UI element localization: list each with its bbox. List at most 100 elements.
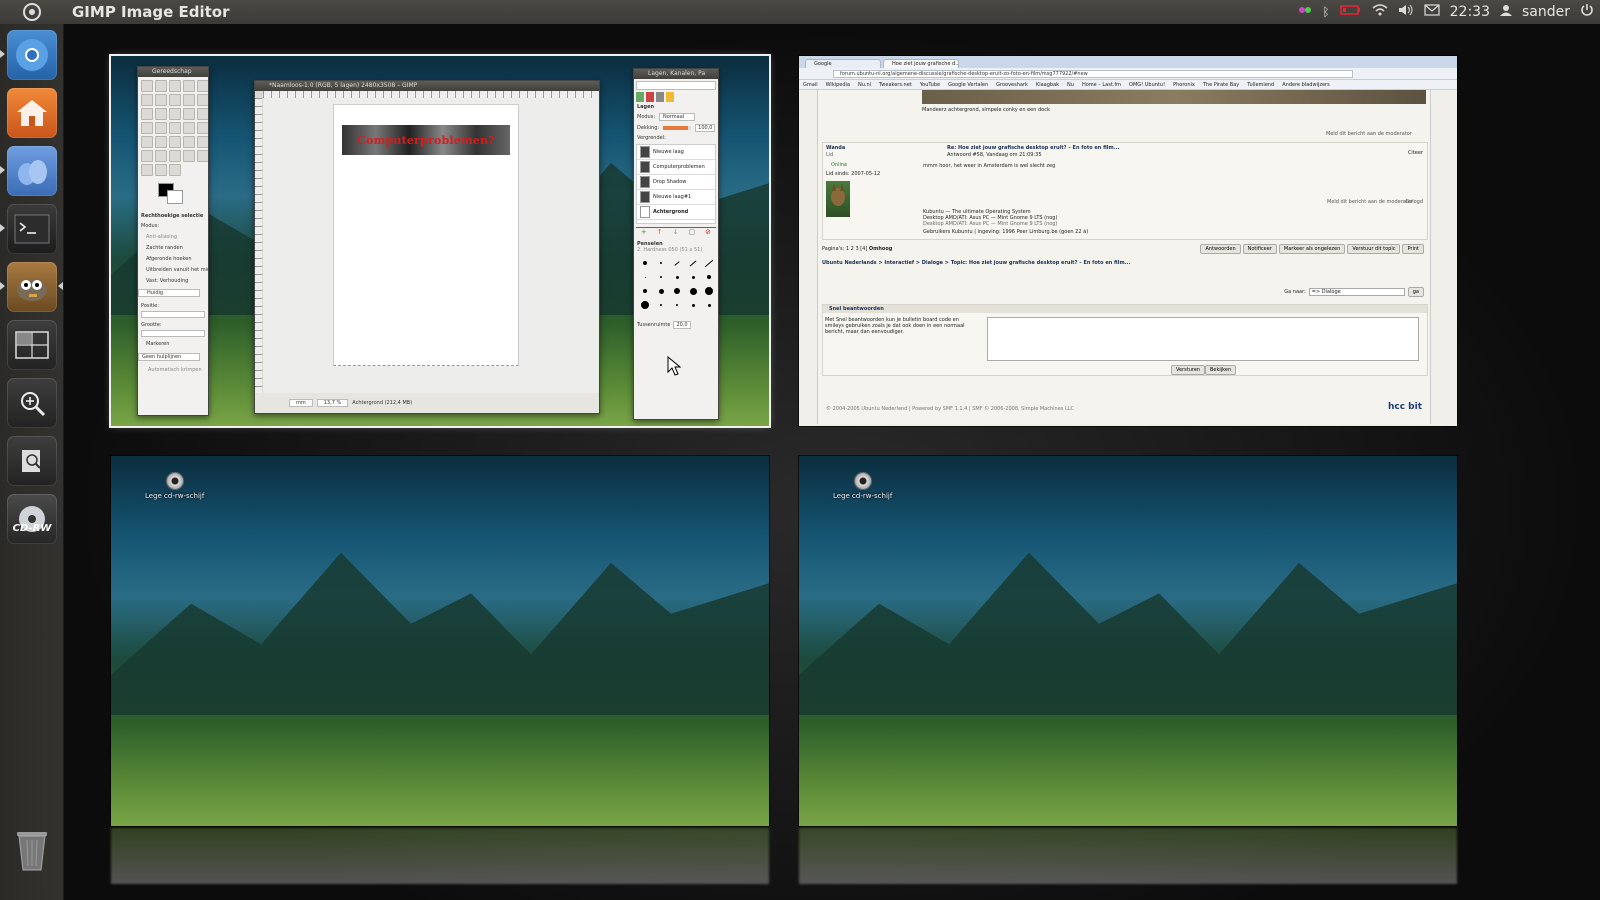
action-button[interactable]: Markeer als ongelezen	[1278, 244, 1346, 254]
rotate-tool-icon[interactable]	[197, 108, 208, 120]
jump-select[interactable]: => Dialoge	[1308, 288, 1405, 296]
scissors-tool-icon[interactable]	[141, 94, 153, 106]
tool-option-4[interactable]: Uitbreiden vanuit het midden	[138, 267, 208, 273]
smudge-tool-icon[interactable]	[197, 150, 208, 162]
bookmark-item[interactable]: Andere bladwijzers	[1282, 82, 1329, 88]
action-button[interactable]: Verstuur dit topic	[1347, 244, 1401, 254]
launcher-cd-rw[interactable]: CD-RW	[7, 494, 57, 544]
desktop-cd-icon[interactable]: Lege cd-rw-schijf	[145, 472, 204, 500]
workspace-1[interactable]: Gereedschap Rechthoekige selectie Modus:…	[111, 56, 769, 426]
bookmark-item[interactable]: Tullemiend	[1247, 82, 1274, 88]
move-tool-icon[interactable]	[155, 108, 167, 120]
tool-option-10[interactable]: Geen hulplijnen	[138, 353, 200, 361]
bookmark-item[interactable]: OMG! Ubuntu!	[1129, 82, 1165, 88]
report-link-2[interactable]: Meld dit bericht aan de moderator	[1327, 199, 1413, 205]
wifi-icon[interactable]	[1372, 4, 1388, 20]
shear-tool-icon[interactable]	[155, 122, 167, 134]
launcher-empathy[interactable]	[7, 146, 57, 196]
color-select-tool-icon[interactable]	[197, 80, 208, 92]
foreground-select-tool-icon[interactable]	[155, 94, 167, 106]
layer-row[interactable]: Nieuwe laag#1	[637, 190, 715, 205]
gimp-toolbox-window[interactable]: Gereedschap Rechthoekige selectie Modus:…	[137, 66, 209, 416]
tab-google[interactable]: Google	[805, 59, 881, 68]
bucket-fill-tool-icon[interactable]	[141, 136, 153, 148]
trash-icon[interactable]	[13, 826, 51, 872]
airbrush-tool-icon[interactable]	[141, 150, 153, 162]
scale-tool-icon[interactable]	[141, 122, 153, 134]
size-fields[interactable]	[141, 330, 205, 337]
clone-tool-icon[interactable]	[169, 150, 181, 162]
layer-row[interactable]: Computerproblemen	[637, 160, 715, 175]
position-fields[interactable]	[141, 311, 205, 318]
launcher-home-folder[interactable]	[7, 88, 57, 138]
paths-tool-icon[interactable]	[169, 94, 181, 106]
text-tool-icon[interactable]	[197, 122, 208, 134]
footer-logo[interactable]: hcc bit	[1388, 402, 1422, 412]
action-button[interactable]: Print	[1402, 244, 1424, 254]
launcher-chromium[interactable]	[7, 30, 57, 80]
workspace-4[interactable]: Lege cd-rw-schijf	[799, 456, 1457, 826]
breadcrumb-item[interactable]: Interactief	[884, 260, 914, 266]
gimp-image-window[interactable]: *Naamloos-1.0 (RGB, 5 lagen) 2480x3508 –…	[254, 80, 600, 414]
workspace-2[interactable]: Google Hoe ziet jouw grafische d... foru…	[799, 56, 1457, 426]
tool-option-9[interactable]: Markeren	[138, 341, 208, 347]
clock[interactable]: 22:33	[1450, 4, 1490, 20]
pagination-text[interactable]: Pagina's: 1 2 3 [4]	[822, 246, 867, 252]
opacity-value[interactable]: 100,0	[695, 124, 716, 132]
mail-icon[interactable]	[1424, 4, 1440, 20]
ellipse-select-tool-icon[interactable]	[155, 80, 167, 92]
rect-select-tool-icon[interactable]	[141, 80, 153, 92]
perspective-tool-icon[interactable]	[169, 122, 181, 134]
ubuntu-logo-icon[interactable]	[0, 0, 64, 24]
layer-buttons[interactable]: + ↑ ↓ ▢ ⊘	[636, 227, 716, 237]
measure-tool-icon[interactable]	[141, 108, 153, 120]
launcher-terminal[interactable]	[7, 204, 57, 254]
action-button[interactable]: Notificeer	[1242, 244, 1277, 254]
zoom-tool-icon[interactable]	[197, 94, 208, 106]
indicator-icon[interactable]	[1298, 4, 1312, 20]
bookmark-item[interactable]: The Pirate Bay	[1203, 82, 1239, 88]
top-link[interactable]: Omhoog	[869, 246, 892, 252]
battery-icon[interactable]	[1339, 4, 1362, 20]
fg-bg-color-swatch[interactable]	[158, 183, 184, 205]
dock-tabs[interactable]	[636, 92, 716, 102]
tab-forum[interactable]: Hoe ziet jouw grafische d...	[883, 59, 959, 68]
image-selector[interactable]	[636, 81, 716, 90]
bookmark-item[interactable]: Klaagbak	[1036, 82, 1059, 88]
eraser-tool-icon[interactable]	[197, 136, 208, 148]
bookmark-item[interactable]: Gmail	[803, 82, 818, 88]
layer-row[interactable]: Nieuwe laag	[637, 145, 715, 160]
zoom-selector[interactable]: 13,7 %	[316, 399, 349, 407]
fuzzy-select-tool-icon[interactable]	[183, 80, 195, 92]
quick-reply-textarea[interactable]	[987, 317, 1419, 361]
launcher-gimp[interactable]	[7, 262, 57, 312]
launcher-magnifier[interactable]	[7, 378, 57, 428]
align-tool-icon[interactable]	[169, 108, 181, 120]
dodge-burn-tool-icon[interactable]	[169, 164, 181, 176]
preview-button[interactable]: Bekijken	[1205, 365, 1237, 375]
breadcrumb-item[interactable]: Dialoge	[922, 260, 943, 266]
flip-tool-icon[interactable]	[183, 122, 195, 134]
paintbrush-tool-icon[interactable]	[183, 136, 195, 148]
power-icon[interactable]	[1580, 3, 1594, 21]
unit-selector[interactable]: mm	[289, 399, 313, 407]
address-bar[interactable]: forum.ubuntu-nl.org/algemene-discussie/g…	[833, 69, 1353, 78]
blur-tool-icon[interactable]	[155, 164, 167, 176]
bookmark-item[interactable]: Grooveshark	[996, 82, 1028, 88]
workspace-3[interactable]: Lege cd-rw-schijf	[111, 456, 769, 826]
color-picker-tool-icon[interactable]	[183, 94, 195, 106]
bookmark-item[interactable]: Wikipedia	[826, 82, 850, 88]
bookmark-item[interactable]: Home – Last.fm	[1082, 82, 1121, 88]
jump-go-button[interactable]: ga	[1407, 287, 1424, 297]
action-button[interactable]: Antwoorden	[1200, 244, 1241, 254]
canvas-area[interactable]: Computerproblemen?	[263, 98, 599, 393]
bluetooth-icon[interactable]: ᛒ	[1322, 5, 1329, 19]
gradient-tool-icon[interactable]	[155, 136, 167, 148]
bookmark-item[interactable]: Nu.nl	[858, 82, 871, 88]
dodge-tool-icon[interactable]	[141, 164, 153, 176]
bookmark-item[interactable]: Tweakers.net	[879, 82, 912, 88]
bookmark-item[interactable]: Nu	[1067, 82, 1074, 88]
pencil-tool-icon[interactable]	[169, 136, 181, 148]
post-author[interactable]: Wanda	[826, 145, 845, 151]
quote-button[interactable]: Citeer	[1408, 150, 1423, 156]
